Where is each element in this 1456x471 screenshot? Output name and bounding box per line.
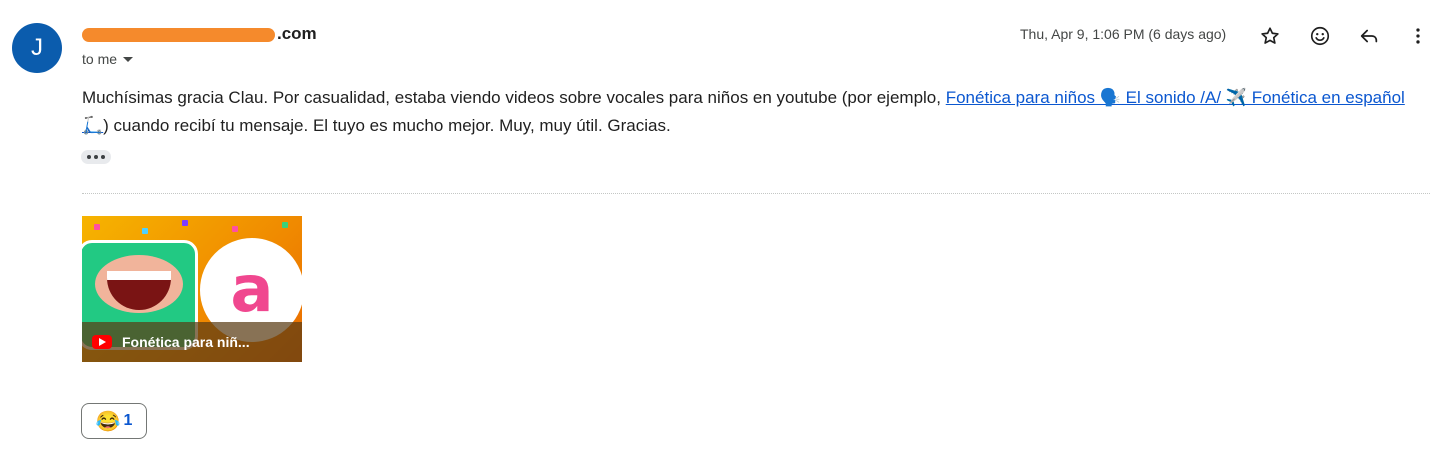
sender-email: .com <box>82 24 317 44</box>
redaction-mark <box>82 27 275 42</box>
emoji-reaction-icon <box>1310 26 1330 46</box>
reply-button[interactable] <box>1353 20 1385 52</box>
youtube-icon <box>92 335 112 349</box>
more-options-button[interactable] <box>1402 20 1434 52</box>
confetti <box>182 220 188 226</box>
sender-avatar[interactable]: J <box>12 23 62 73</box>
message-date: Thu, Apr 9, 1:06 PM (6 days ago) <box>1020 26 1227 42</box>
message-text-intro: Muchísimas gracia Clau. Por casualidad, … <box>82 88 946 107</box>
recipient-details-toggle[interactable]: to me <box>82 51 134 67</box>
star-button[interactable] <box>1254 20 1286 52</box>
attachment-title-bar: Fonética para niñ... <box>82 322 302 362</box>
emoji-reaction-chip[interactable]: 😂 1 <box>81 403 147 439</box>
confetti <box>94 224 100 230</box>
confetti <box>282 222 288 228</box>
show-trimmed-content-button[interactable] <box>81 150 111 164</box>
reply-icon <box>1360 29 1378 43</box>
reaction-count: 1 <box>123 412 133 429</box>
ellipsis-icon <box>87 155 91 159</box>
youtube-attachment-card[interactable]: a Fonética para niñ... <box>82 216 302 362</box>
star-icon <box>1261 27 1279 44</box>
confetti <box>232 226 238 232</box>
attachment-title: Fonética para niñ... <box>122 334 250 350</box>
message-body: Muchísimas gracia Clau. Por casualidad, … <box>82 84 1427 140</box>
more-vert-icon <box>1416 28 1420 44</box>
attachment-divider <box>82 193 1430 194</box>
sender-email-suffix: .com <box>277 24 317 43</box>
add-reaction-button[interactable] <box>1304 20 1336 52</box>
message-text-outro: ) cuando recibí tu mensaje. El tuyo es m… <box>103 116 671 135</box>
confetti <box>142 228 148 234</box>
laughing-emoji-icon: 😂 <box>95 410 121 433</box>
recipient-label: to me <box>82 51 118 67</box>
chevron-down-icon <box>123 57 134 62</box>
